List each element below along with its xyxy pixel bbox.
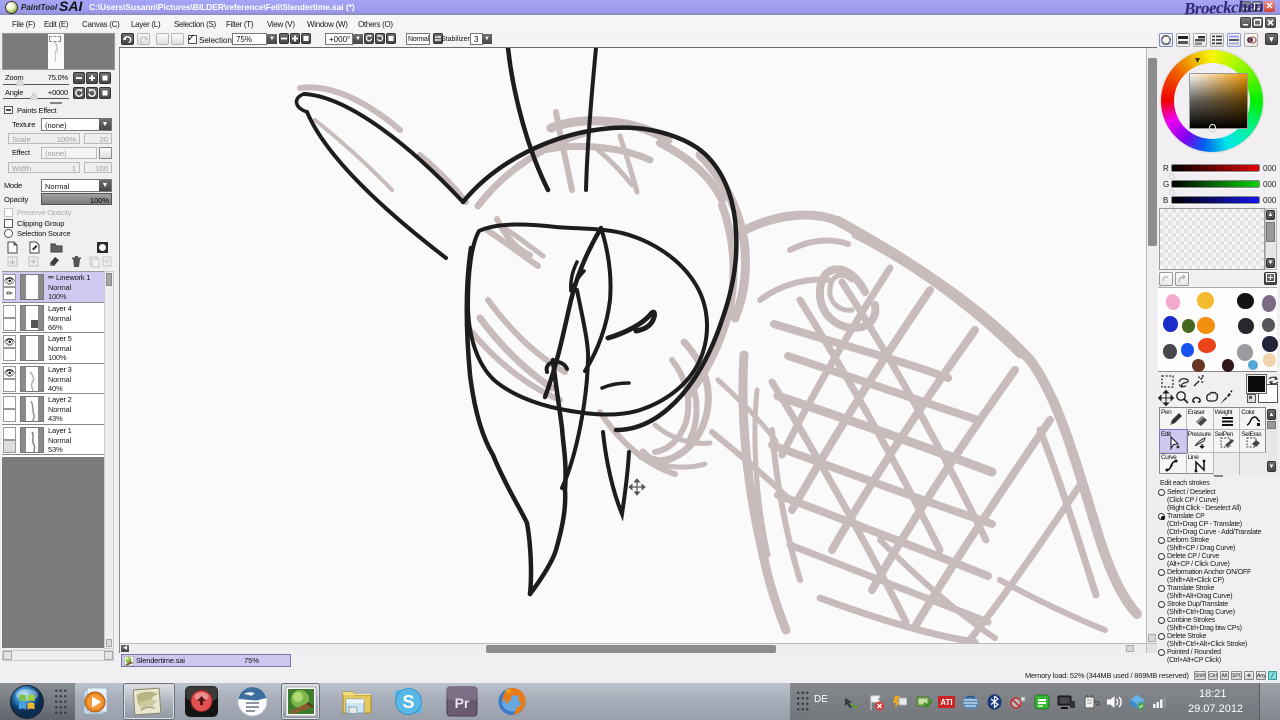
svg-text:ATI: ATI <box>940 698 952 707</box>
svg-text:Pr: Pr <box>455 695 470 711</box>
svg-text:S: S <box>402 692 414 712</box>
